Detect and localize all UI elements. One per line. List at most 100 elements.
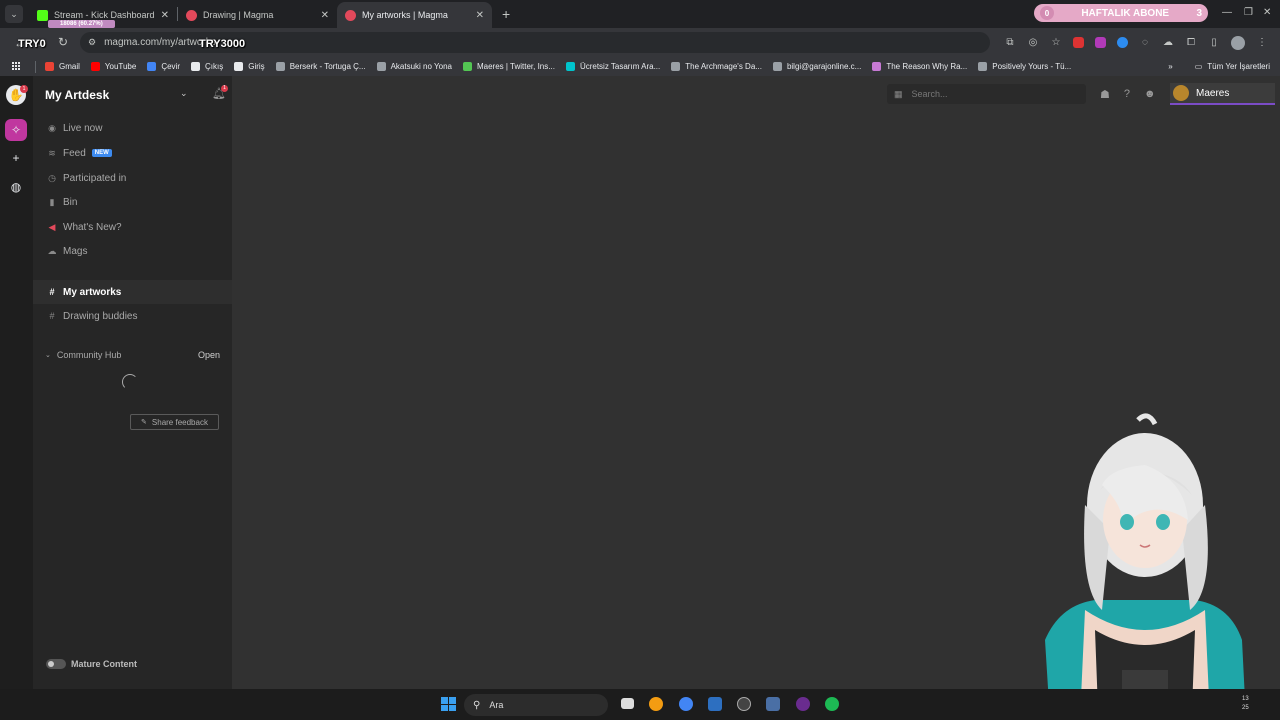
extension-blue-icon[interactable] [1117,37,1128,48]
artdesk-title[interactable]: My Artdesk [45,88,109,102]
app-icon-blue[interactable] [708,697,722,711]
bookmarks-divider [35,60,36,73]
browser-tab-strip: ⌄ Stream - Kick Dashboard ✕ Drawing | Ma… [0,0,1280,28]
share-feedback-button[interactable]: ✎ Share feedback [130,414,219,430]
bookmark-item[interactable]: Çevir [147,62,180,71]
kick-favicon-icon [37,9,48,21]
close-window-icon[interactable]: ✕ [1263,7,1271,18]
bookmark-label: The Reason Why Ra... [886,62,968,71]
tab-my-artworks[interactable]: My artworks | Magma ✕ [337,2,492,28]
extension-purple-icon[interactable] [1095,37,1106,48]
all-bookmarks-link[interactable]: Tüm Yer İşaretleri [1207,62,1270,71]
mature-content-toggle[interactable]: Mature Content [46,659,137,669]
taskbar-search[interactable]: ⚲ Ara [464,694,608,716]
app-icon-v[interactable] [766,697,780,711]
bookmark-item[interactable]: Giriş [234,62,265,71]
sidebar-item-feed[interactable]: ≋ Feed NEW [33,141,232,165]
user-profile-chip[interactable]: Maeres [1170,83,1275,105]
bookmark-item[interactable]: Gmail [45,62,80,71]
sidebar-item-whats-new[interactable]: ◀ What's New? [33,215,232,239]
chrome-icon[interactable] [679,697,693,711]
taskbar-clock: 13 25 [1242,695,1249,713]
bookmark-item[interactable]: Akatsuki no Yona [376,62,452,71]
overlay-try-left: TRY0 [18,38,46,50]
bookmark-item[interactable]: Berserk - Tortuga Ç... [275,62,366,71]
close-icon[interactable]: ✕ [321,10,329,21]
bookmark-item[interactable]: The Archmage's Da... [671,62,762,71]
bookmark-item[interactable]: Çıkış [191,62,223,71]
bookmark-item[interactable]: Maeres | Twitter, Ins... [462,62,555,71]
toggle-switch[interactable] [46,659,66,669]
site-info-icon[interactable]: ⚙ [88,37,96,48]
tab-title: Stream - Kick Dashboard [54,10,155,20]
bookmark-star-icon[interactable]: ☆ [1050,37,1062,49]
spotify-icon[interactable] [825,697,839,711]
more-menu-icon[interactable]: ⋮ [1256,37,1268,49]
add-server-icon[interactable]: + [5,147,27,169]
more-bookmarks-icon[interactable]: » [1168,62,1172,71]
close-icon[interactable]: ✕ [161,10,169,21]
search-input[interactable]: ▦ Search... [887,84,1086,104]
sidebar-item-live-now[interactable]: ◉ Live now [33,116,232,140]
sidebar-item-label: What's New? [63,221,122,233]
community-hub-row[interactable]: ⌄ Community Hub Open [45,350,220,360]
loading-spinner [122,374,138,390]
chevron-down-icon[interactable]: ⌄ [180,88,188,99]
cloud-icon[interactable]: ☁ [1162,37,1174,49]
sidebar-item-label: Participated in [63,172,127,184]
channel-my-artworks[interactable]: # My artworks [33,280,232,304]
sidebar-item-mags[interactable]: ☁ Mags [33,239,232,263]
bookmark-label: Positively Yours - Tü... [992,62,1072,71]
bookmark-item[interactable]: Ücretsiz Tasarım Ara... [565,62,660,71]
app-icon-purple[interactable] [796,697,810,711]
sidebar-item-label: Feed [63,147,86,159]
bell-badge: 1 [221,85,228,92]
feedback-icon: ✎ [141,419,147,426]
server-rail: ✋ 1 ✧ + ◍ [0,76,33,689]
side-panel-icon[interactable]: ▯ [1208,37,1220,49]
bookmark-favicon-icon [872,62,882,71]
minimize-icon[interactable]: — [1222,7,1232,18]
top-bar: ▦ Search... ☗ ? ☻ [887,84,1156,104]
close-icon[interactable]: ✕ [476,10,484,21]
reload-icon[interactable]: ↻ [58,35,68,49]
tab-drawing-magma[interactable]: Drawing | Magma ✕ [178,2,337,28]
clock-line-2: 25 [1242,705,1249,711]
start-windows-icon[interactable] [441,697,456,711]
lightbulb-icon[interactable]: ◌ [1139,37,1151,49]
notifications-icon[interactable]: ☗ [1100,88,1110,101]
apps-grid-icon[interactable] [12,62,21,71]
megaphone-icon: ◀ [48,221,56,232]
magma-favicon-icon [186,9,197,21]
app-icon-settings[interactable] [737,697,751,711]
extensions-puzzle-icon[interactable]: ⧠ [1185,37,1197,49]
bookmark-item[interactable]: The Reason Why Ra... [872,62,967,71]
sidebar-item-participated[interactable]: ◷ Participated in [33,166,232,190]
explore-globe-icon[interactable]: ◍ [5,176,27,198]
install-app-icon[interactable]: ⧉ [1004,37,1016,49]
people-icon[interactable]: ☻ [1144,88,1156,100]
task-view-icon[interactable] [621,698,634,709]
bookmark-label: Çıkış [205,62,224,71]
new-tab-button[interactable]: + [502,6,510,22]
chevron-down-icon[interactable]: ⌄ [45,351,51,359]
app-icon-orange[interactable] [649,697,663,711]
tab-search-button[interactable]: ⌄ [5,5,23,23]
magma-community-icon[interactable]: ✧ [5,119,27,141]
restore-icon[interactable]: ❐ [1244,7,1253,18]
trash-icon: ▮ [49,196,55,207]
vtuber-avatar [1045,413,1246,720]
sidebar-item-label: Live now [63,122,103,134]
bookmark-item[interactable]: Positively Yours - Tü... [978,62,1071,71]
sidebar-item-bin[interactable]: ▮ Bin [33,190,232,214]
broadcast-icon: ◉ [48,122,56,133]
community-hub-open-button[interactable]: Open [198,350,220,360]
tab-title: Drawing | Magma [203,10,274,20]
help-icon[interactable]: ? [1124,88,1130,100]
channel-drawing-buddies[interactable]: # Drawing buddies [33,304,232,328]
extension-red-icon[interactable] [1073,37,1084,48]
eye-off-icon[interactable]: ◎ [1027,37,1039,49]
profile-avatar[interactable] [1231,35,1245,50]
bookmark-item[interactable]: YouTube [90,62,136,71]
bookmark-item[interactable]: bilgi@garajonline.c... [772,62,861,71]
